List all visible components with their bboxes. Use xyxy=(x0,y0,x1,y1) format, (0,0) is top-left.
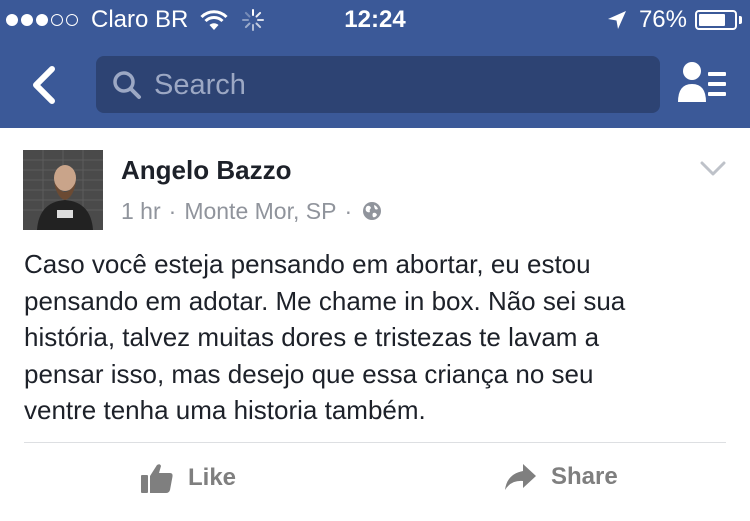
status-bar: Claro BR 12:24 76% xyxy=(0,0,750,40)
wifi-icon xyxy=(200,10,228,30)
post-meta: 1 hr · Monte Mor, SP · xyxy=(121,198,382,224)
like-button[interactable]: Like xyxy=(140,462,236,494)
post-options-chevron-icon[interactable] xyxy=(700,160,726,178)
friend-requests-icon[interactable] xyxy=(676,60,728,106)
search-input[interactable]: Search xyxy=(96,56,660,113)
like-label: Like xyxy=(188,464,237,491)
location-arrow-icon xyxy=(607,11,626,29)
search-icon xyxy=(113,71,141,99)
post-time[interactable]: 1 hr xyxy=(121,198,161,224)
author-name[interactable]: Angelo Bazzo xyxy=(121,156,291,184)
post-location[interactable]: Monte Mor, SP xyxy=(184,198,336,224)
meta-separator: · xyxy=(168,198,177,224)
status-bar-right: 76% xyxy=(607,7,742,33)
share-label: Share xyxy=(551,463,618,490)
battery-level xyxy=(699,14,725,26)
activity-spinner-icon xyxy=(242,9,265,31)
back-button[interactable] xyxy=(26,63,62,107)
status-bar-left: Claro BR xyxy=(6,6,265,33)
battery-cap xyxy=(739,16,742,24)
share-button[interactable]: Share xyxy=(503,462,618,492)
share-icon xyxy=(505,464,536,490)
author-avatar[interactable] xyxy=(23,150,103,230)
signal-strength-icon xyxy=(6,14,81,26)
post-card: Angelo Bazzo 1 hr · Monte Mor, SP · Caso… xyxy=(0,128,750,521)
battery-percent: 76% xyxy=(638,6,687,33)
like-icon xyxy=(141,464,173,493)
action-divider xyxy=(24,442,726,443)
globe-icon xyxy=(363,202,382,220)
header: Claro BR 12:24 76% Search xyxy=(0,0,750,128)
carrier-name: Claro BR xyxy=(91,6,189,33)
avatar-image xyxy=(23,150,103,230)
post-text: Caso você esteja pensando em abortar, eu… xyxy=(24,249,626,425)
meta-separator: · xyxy=(344,198,353,224)
search-placeholder: Search xyxy=(154,69,246,101)
battery-icon xyxy=(695,10,737,30)
